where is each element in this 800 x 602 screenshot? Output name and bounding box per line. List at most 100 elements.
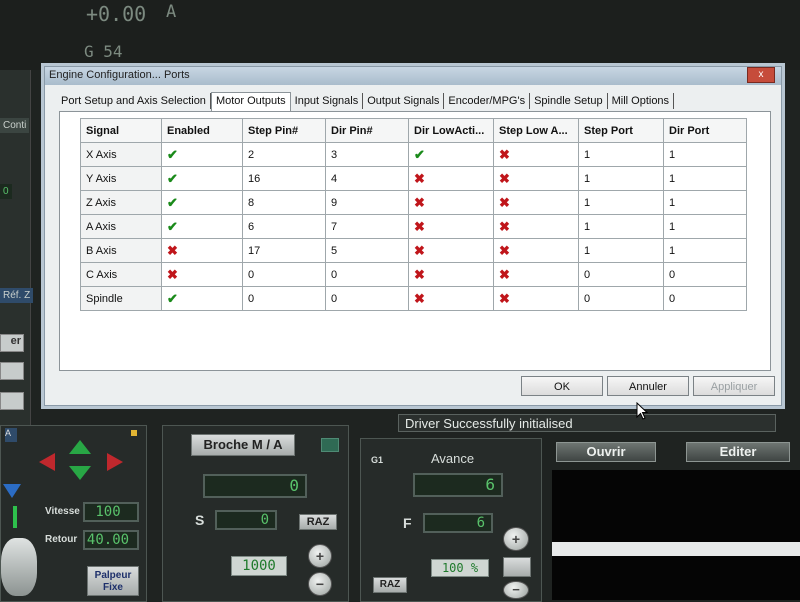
cross-icon[interactable]: ✖ xyxy=(414,267,425,282)
dir-port-cell[interactable]: 1 xyxy=(663,214,747,239)
enabled-cell[interactable]: ✔ xyxy=(161,286,243,311)
dir-low-active-cell[interactable]: ✖ xyxy=(408,166,494,191)
step-port-cell[interactable]: 1 xyxy=(578,166,664,191)
close-icon[interactable]: x xyxy=(747,67,775,83)
enabled-cell[interactable]: ✔ xyxy=(161,190,243,215)
cross-icon[interactable]: ✖ xyxy=(414,219,425,234)
side-button-3[interactable] xyxy=(0,392,24,410)
jog-left-arrow-icon[interactable] xyxy=(39,453,55,471)
dir-low-active-cell[interactable]: ✖ xyxy=(408,286,494,311)
cross-icon[interactable]: ✖ xyxy=(499,219,510,234)
dir-port-cell[interactable]: 0 xyxy=(663,286,747,311)
dir-port-cell[interactable]: 0 xyxy=(663,262,747,287)
signal-cell[interactable]: X Axis xyxy=(80,142,162,167)
dir-port-cell[interactable]: 1 xyxy=(663,190,747,215)
dir-pin-cell[interactable]: 0 xyxy=(325,262,409,287)
cross-icon[interactable]: ✖ xyxy=(167,243,178,258)
dir-pin-cell[interactable]: 3 xyxy=(325,142,409,167)
step-pin-cell[interactable]: 16 xyxy=(242,166,326,191)
side-button-2[interactable] xyxy=(0,362,24,380)
side-button-er[interactable]: er xyxy=(0,334,24,352)
step-port-cell[interactable]: 1 xyxy=(578,190,664,215)
feed-plus-button[interactable]: + xyxy=(503,527,529,551)
check-icon[interactable]: ✔ xyxy=(167,219,178,234)
check-icon[interactable]: ✔ xyxy=(167,195,178,210)
cross-icon[interactable]: ✖ xyxy=(499,291,510,306)
step-low-active-cell[interactable]: ✖ xyxy=(493,190,579,215)
vitesse-value[interactable]: 100 xyxy=(83,502,139,522)
cross-icon[interactable]: ✖ xyxy=(499,243,510,258)
tab-output-signals[interactable]: Output Signals xyxy=(363,93,445,109)
signal-cell[interactable]: C Axis xyxy=(80,262,162,287)
cross-icon[interactable]: ✖ xyxy=(414,243,425,258)
col-dir-pin[interactable]: Dir Pin# xyxy=(325,118,409,143)
signal-cell[interactable]: A Axis xyxy=(80,214,162,239)
feed-minus-button[interactable]: − xyxy=(503,581,529,599)
jog-up-arrow-icon[interactable] xyxy=(69,440,91,454)
palpeur-fixe-button[interactable]: Palpeur Fixe xyxy=(87,566,139,596)
col-dir-port[interactable]: Dir Port xyxy=(663,118,747,143)
jog-z-down-arrow-icon[interactable] xyxy=(3,484,21,498)
step-port-cell[interactable]: 0 xyxy=(578,262,664,287)
step-low-active-cell[interactable]: ✖ xyxy=(493,262,579,287)
dir-pin-cell[interactable]: 4 xyxy=(325,166,409,191)
gcode-file-view[interactable] xyxy=(552,470,800,600)
col-enabled[interactable]: Enabled xyxy=(161,118,243,143)
dir-low-active-cell[interactable]: ✖ xyxy=(408,238,494,263)
step-pin-cell[interactable]: 2 xyxy=(242,142,326,167)
step-pin-cell[interactable]: 6 xyxy=(242,214,326,239)
cancel-button[interactable]: Annuler xyxy=(607,376,689,396)
enabled-cell[interactable]: ✔ xyxy=(161,142,243,167)
step-pin-cell[interactable]: 0 xyxy=(242,262,326,287)
cross-icon[interactable]: ✖ xyxy=(499,267,510,282)
tab-motor-outputs[interactable]: Motor Outputs xyxy=(210,92,291,111)
step-pin-cell[interactable]: 8 xyxy=(242,190,326,215)
step-low-active-cell[interactable]: ✖ xyxy=(493,166,579,191)
col-signal[interactable]: Signal xyxy=(80,118,162,143)
step-low-active-cell[interactable]: ✖ xyxy=(493,238,579,263)
check-icon[interactable]: ✔ xyxy=(167,147,178,162)
col-dir-low-active[interactable]: Dir LowActi... xyxy=(408,118,494,143)
dir-port-cell[interactable]: 1 xyxy=(663,238,747,263)
cross-icon[interactable]: ✖ xyxy=(499,171,510,186)
step-port-cell[interactable]: 1 xyxy=(578,238,664,263)
table-row[interactable]: Z Axis ✔ 8 9 ✖ ✖ 1 1 xyxy=(80,190,747,215)
raz-feed-button[interactable]: RAZ xyxy=(373,577,407,593)
jog-down-arrow-icon[interactable] xyxy=(69,466,91,480)
step-port-cell[interactable]: 1 xyxy=(578,214,664,239)
tab-spindle-setup[interactable]: Spindle Setup xyxy=(530,93,608,109)
cross-icon[interactable]: ✖ xyxy=(414,291,425,306)
dir-pin-cell[interactable]: 0 xyxy=(325,286,409,311)
ok-button[interactable]: OK xyxy=(521,376,603,396)
dir-pin-cell[interactable]: 5 xyxy=(325,238,409,263)
step-port-cell[interactable]: 0 xyxy=(578,286,664,311)
dir-port-cell[interactable]: 1 xyxy=(663,142,747,167)
step-low-active-cell[interactable]: ✖ xyxy=(493,286,579,311)
jog-right-arrow-icon[interactable] xyxy=(107,453,123,471)
table-row[interactable]: Spindle ✔ 0 0 ✖ ✖ 0 0 xyxy=(80,286,747,311)
cross-icon[interactable]: ✖ xyxy=(414,195,425,210)
cross-icon[interactable]: ✖ xyxy=(167,267,178,282)
ouvrir-button[interactable]: Ouvrir xyxy=(556,442,656,462)
f-value[interactable]: 6 xyxy=(423,513,493,533)
step-low-active-cell[interactable]: ✖ xyxy=(493,142,579,167)
spindle-plus-button[interactable]: + xyxy=(308,544,332,568)
raz-spindle-button[interactable]: RAZ xyxy=(299,514,337,530)
apply-button[interactable]: Appliquer xyxy=(693,376,775,396)
signal-cell[interactable]: Spindle xyxy=(80,286,162,311)
col-step-pin[interactable]: Step Pin# xyxy=(242,118,326,143)
enabled-cell[interactable]: ✔ xyxy=(161,214,243,239)
check-icon[interactable]: ✔ xyxy=(167,291,178,306)
tab-mill-options[interactable]: Mill Options xyxy=(607,93,675,109)
cross-icon[interactable]: ✖ xyxy=(414,171,425,186)
dir-low-active-cell[interactable]: ✖ xyxy=(408,214,494,239)
dir-pin-cell[interactable]: 9 xyxy=(325,190,409,215)
ref-z-button[interactable]: Réf. Z xyxy=(0,288,34,303)
feed-reset-button[interactable] xyxy=(503,557,531,577)
step-pin-cell[interactable]: 17 xyxy=(242,238,326,263)
enabled-cell[interactable]: ✔ xyxy=(161,166,243,191)
col-step-low-active[interactable]: Step Low A... xyxy=(493,118,579,143)
step-port-cell[interactable]: 1 xyxy=(578,142,664,167)
tab-encoder-mpg[interactable]: Encoder/MPG's xyxy=(444,93,531,109)
enabled-cell[interactable]: ✖ xyxy=(161,238,243,263)
